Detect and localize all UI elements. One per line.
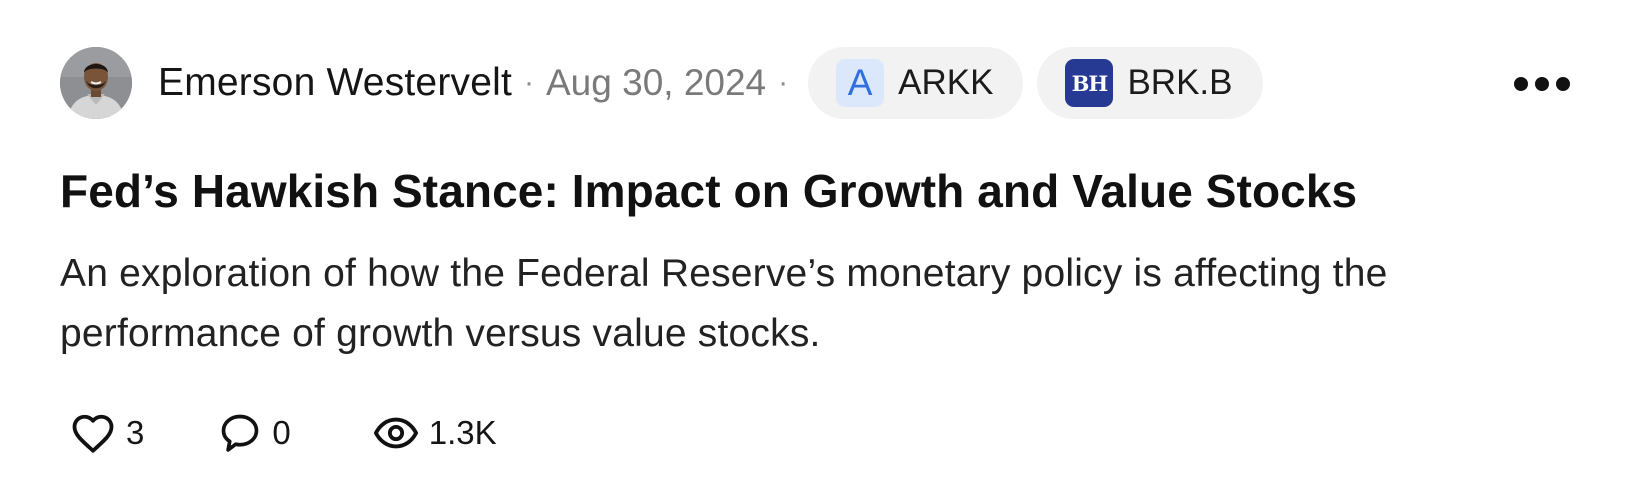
post-description: An exploration of how the Federal Reserv… bbox=[60, 252, 1388, 355]
like-button[interactable]: 3 bbox=[70, 412, 144, 454]
ticker-symbol: ARKK bbox=[898, 63, 994, 102]
dot bbox=[1535, 77, 1549, 91]
post-date: Aug 30, 2024 bbox=[546, 62, 767, 103]
post-stats: 3 0 1.3K bbox=[70, 408, 497, 458]
views-stat: 1.3K bbox=[373, 414, 497, 452]
view-count: 1.3K bbox=[428, 414, 497, 451]
comment-icon bbox=[222, 414, 259, 452]
post-title[interactable]: Fed’s Hawkish Stance: Impact on Growth a… bbox=[60, 164, 1357, 218]
separator-dot: · bbox=[778, 66, 789, 99]
avatar[interactable] bbox=[60, 47, 132, 119]
more-options-icon[interactable] bbox=[1514, 70, 1570, 98]
like-count: 3 bbox=[126, 414, 145, 451]
comment-count: 0 bbox=[272, 414, 291, 451]
heart-icon bbox=[72, 414, 114, 453]
dot bbox=[1556, 77, 1570, 91]
comment-button[interactable]: 0 bbox=[218, 411, 291, 455]
avatar-image bbox=[60, 47, 132, 119]
ticker-chip-brk-b[interactable]: BH BRK.B bbox=[1037, 47, 1263, 119]
separator-dot: · bbox=[524, 66, 534, 99]
post-card: Emerson Westervelt · Aug 30, 2024 · A AR… bbox=[0, 0, 1649, 504]
eye-icon bbox=[373, 417, 418, 449]
ticker-symbol: BRK.B bbox=[1127, 63, 1233, 102]
arkk-logo-icon: A bbox=[836, 59, 885, 107]
post-header: Emerson Westervelt · Aug 30, 2024 · A AR… bbox=[60, 47, 1263, 119]
ticker-chip-arkk[interactable]: A ARKK bbox=[808, 47, 1024, 119]
dot bbox=[1514, 77, 1528, 91]
berkshire-logo-icon: BH bbox=[1065, 59, 1114, 107]
author-name[interactable]: Emerson Westervelt bbox=[158, 61, 512, 105]
